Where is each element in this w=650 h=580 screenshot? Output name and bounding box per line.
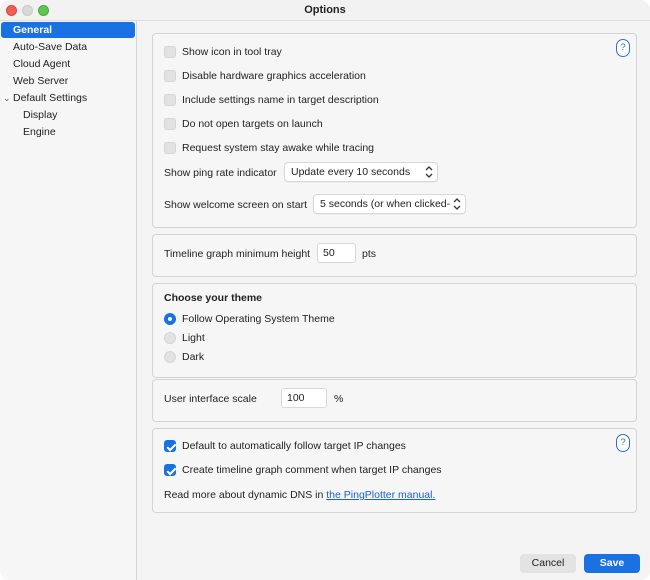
welcome-screen-select[interactable]: 5 seconds (or when clicked- xyxy=(313,194,466,214)
dynamic-dns-note-text: Read more about dynamic DNS in xyxy=(164,489,327,501)
checkbox-label: Show icon in tool tray xyxy=(182,46,282,58)
cancel-button[interactable]: Cancel xyxy=(520,554,576,573)
stay-awake-checkbox[interactable]: Request system stay awake while tracing xyxy=(164,141,374,155)
welcome-screen-value: 5 seconds (or when clicked- xyxy=(320,198,451,210)
ping-rate-label: Show ping rate indicator xyxy=(164,167,277,179)
theme-panel: Choose your theme Follow Operating Syste… xyxy=(152,283,637,378)
radio-label: Follow Operating System Theme xyxy=(182,313,335,325)
timeline-height-input[interactable]: 50 xyxy=(317,243,356,263)
checkbox-label: Request system stay awake while tracing xyxy=(182,142,374,154)
sidebar: General Auto-Save Data Cloud Agent Web S… xyxy=(0,21,137,580)
theme-option-light[interactable]: Light xyxy=(164,331,205,345)
title-bar: Options xyxy=(0,0,650,21)
theme-option-dark[interactable]: Dark xyxy=(164,350,204,364)
checkbox-box[interactable] xyxy=(164,464,176,476)
window-title: Options xyxy=(304,4,346,16)
sidebar-item-display[interactable]: Display xyxy=(23,107,57,123)
checkbox-box[interactable] xyxy=(164,94,176,106)
ping-rate-select[interactable]: Update every 10 seconds xyxy=(284,162,438,182)
sidebar-item-label: Default Settings xyxy=(13,92,88,104)
checkbox-box[interactable] xyxy=(164,440,176,452)
do-not-open-targets-checkbox[interactable]: Do not open targets on launch xyxy=(164,117,323,131)
help-icon[interactable]: ? xyxy=(616,434,630,452)
welcome-screen-label: Show welcome screen on start xyxy=(164,199,307,211)
sidebar-item-general[interactable]: General xyxy=(1,22,135,38)
follow-ip-changes-checkbox[interactable]: Default to automatically follow target I… xyxy=(164,439,406,453)
radio-button[interactable] xyxy=(164,313,176,325)
show-tray-icon-checkbox[interactable]: Show icon in tool tray xyxy=(164,45,282,59)
sidebar-item-auto-save-data[interactable]: Auto-Save Data xyxy=(13,39,87,55)
options-window: Options General Auto-Save Data Cloud Age… xyxy=(0,0,650,580)
ip-change-comment-checkbox[interactable]: Create timeline graph comment when targe… xyxy=(164,463,442,477)
up-down-arrows-icon xyxy=(453,198,461,210)
ip-change-panel: ? Default to automatically follow target… xyxy=(152,428,637,513)
ui-scale-label: User interface scale xyxy=(164,393,257,405)
checkbox-label: Disable hardware graphics acceleration xyxy=(182,70,366,82)
sidebar-item-web-server[interactable]: Web Server xyxy=(13,73,68,89)
checkbox-box[interactable] xyxy=(164,118,176,130)
disable-hw-acceleration-checkbox[interactable]: Disable hardware graphics acceleration xyxy=(164,69,366,83)
theme-option-follow-os[interactable]: Follow Operating System Theme xyxy=(164,312,335,326)
timeline-height-unit: pts xyxy=(362,248,377,260)
settings-content: ? Show icon in tool tray Disable hardwar… xyxy=(138,21,650,580)
checkbox-box[interactable] xyxy=(164,142,176,154)
sidebar-item-engine[interactable]: Engine xyxy=(23,124,56,140)
dynamic-dns-note: Read more about dynamic DNS in the PingP… xyxy=(164,489,435,501)
timeline-height-panel: Timeline graph minimum height 50 pts xyxy=(152,234,637,277)
radio-label: Light xyxy=(182,332,205,344)
ping-rate-value: Update every 10 seconds xyxy=(291,166,411,178)
pingplotter-manual-link[interactable]: the PingPlotter manual. xyxy=(326,489,435,501)
chevron-down-icon[interactable]: ⌄ xyxy=(3,90,11,106)
sidebar-item-cloud-agent[interactable]: Cloud Agent xyxy=(13,56,70,72)
checkbox-box[interactable] xyxy=(164,46,176,58)
help-icon[interactable]: ? xyxy=(616,39,630,57)
general-options-panel: ? Show icon in tool tray Disable hardwar… xyxy=(152,33,637,228)
checkbox-label: Create timeline graph comment when targe… xyxy=(182,464,442,476)
radio-label: Dark xyxy=(182,351,205,363)
sidebar-item-default-settings[interactable]: ⌄ Default Settings xyxy=(0,90,137,106)
radio-button[interactable] xyxy=(164,351,176,363)
theme-heading: Choose your theme xyxy=(164,292,263,304)
timeline-height-label: Timeline graph minimum height xyxy=(164,248,311,260)
checkbox-label: Do not open targets on launch xyxy=(182,118,323,130)
ui-scale-input[interactable]: 100 xyxy=(281,388,327,408)
checkbox-label: Include settings name in target descript… xyxy=(182,94,379,106)
checkbox-box[interactable] xyxy=(164,70,176,82)
ui-scale-panel: User interface scale 100 % xyxy=(152,379,637,422)
include-settings-name-checkbox[interactable]: Include settings name in target descript… xyxy=(164,93,379,107)
save-button[interactable]: Save xyxy=(584,554,640,573)
up-down-arrows-icon xyxy=(425,166,433,178)
ui-scale-unit: % xyxy=(334,393,344,405)
radio-button[interactable] xyxy=(164,332,176,344)
checkbox-label: Default to automatically follow target I… xyxy=(182,440,406,452)
